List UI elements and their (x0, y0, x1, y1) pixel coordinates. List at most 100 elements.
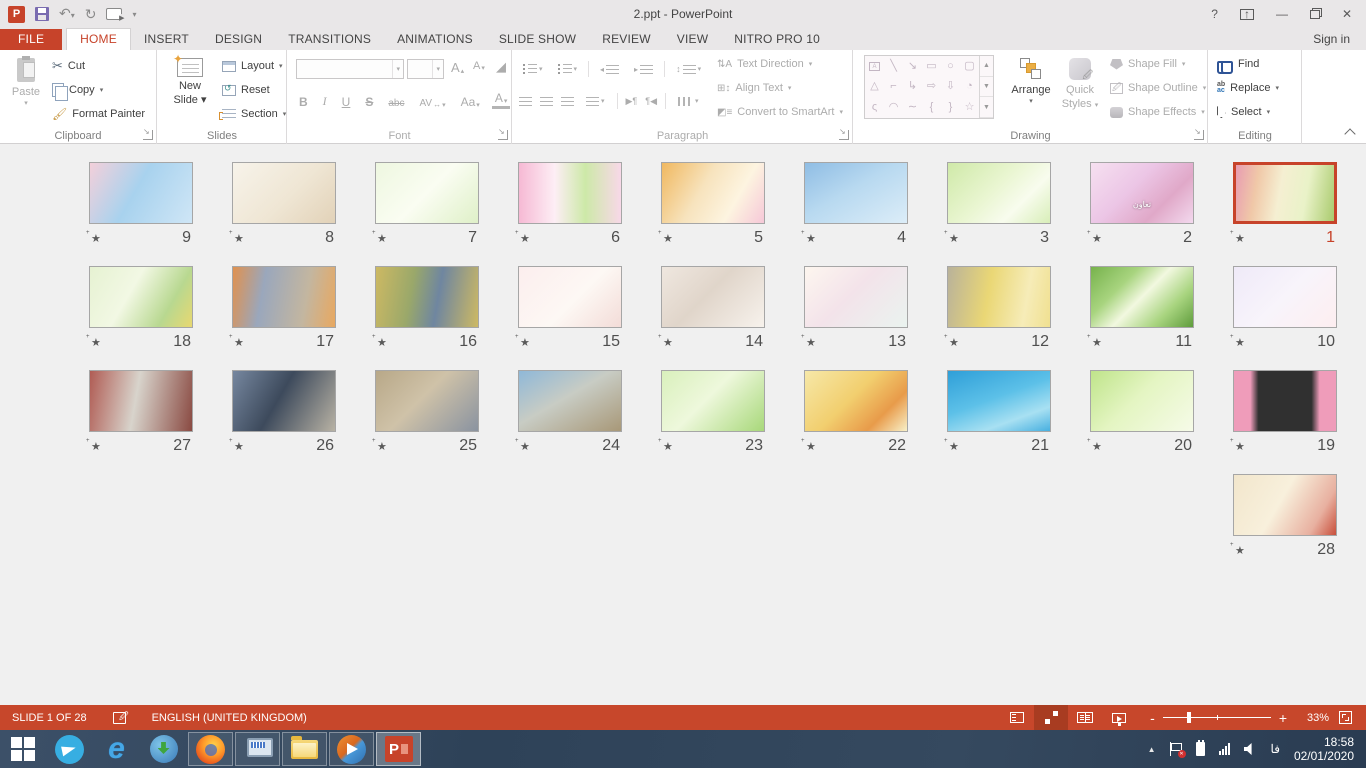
language-indicator[interactable]: ENGLISH (UNITED KINGDOM) (152, 712, 307, 724)
paste-button[interactable]: Paste▾ (2, 53, 50, 131)
slide-thumbnail-7[interactable] (375, 162, 479, 224)
undo-caret-icon[interactable]: ▾ (71, 11, 75, 20)
restore-button[interactable] (1310, 10, 1320, 19)
select-button[interactable]: Select▾ (1213, 100, 1283, 124)
slide-thumbnail-2[interactable]: تعاون (1090, 162, 1194, 224)
shapes-scroll-up-icon[interactable]: ▲ (980, 56, 993, 77)
slide-show-button[interactable] (1102, 705, 1136, 730)
transition-star-icon[interactable]: ★ (663, 232, 673, 245)
transition-star-icon[interactable]: ★ (806, 440, 816, 453)
transition-star-icon[interactable]: ★ (234, 440, 244, 453)
grow-font-button[interactable]: A▴ (448, 60, 467, 75)
clock[interactable]: 18:58 02/01/2020 (1294, 735, 1354, 763)
ribbon-display-options-icon[interactable]: ↑ (1240, 9, 1254, 20)
taskbar-firefox[interactable] (188, 732, 233, 766)
numbering-button[interactable]: ▾ (554, 64, 582, 74)
slide-thumbnail-28[interactable] (1233, 474, 1337, 536)
slide-thumbnail-10[interactable] (1233, 266, 1337, 328)
rtl-direction-button[interactable]: ¶◀ (645, 96, 657, 107)
taskbar-powerpoint[interactable]: P (376, 732, 421, 766)
slide-thumbnail-11[interactable] (1090, 266, 1194, 328)
fit-slide-to-window-icon[interactable] (1339, 711, 1352, 724)
tab-nitro-pro-10[interactable]: NITRO PRO 10 (721, 29, 833, 50)
zoom-slider-thumb[interactable] (1187, 712, 1191, 723)
curve-shape-icon[interactable]: ∼ (908, 102, 917, 113)
show-hidden-icons-button[interactable]: ▲ (1148, 745, 1156, 754)
slide-thumbnail-17[interactable] (232, 266, 336, 328)
pie-shape-icon[interactable]: ◔ (966, 81, 973, 92)
convert-to-smartart-button[interactable]: ◩≡Convert to SmartArt▾ (713, 100, 847, 124)
shapes-gallery[interactable]: A ╲ ↘ ▭ ○ ▢ △ ⌐ ↳ ⇨ ⇩ ◔ ς ◠ ∼ { } ☆ ▲ (864, 55, 994, 119)
tab-review[interactable]: REVIEW (589, 29, 664, 50)
bullets-button[interactable]: ▾ (519, 64, 547, 74)
scribble-shape-icon[interactable]: ς (872, 102, 877, 113)
network-signal-icon[interactable] (1219, 743, 1230, 755)
slide-thumbnail-25[interactable] (375, 370, 479, 432)
transition-star-icon[interactable]: ★ (1235, 544, 1245, 557)
tab-transitions[interactable]: TRANSITIONS (275, 29, 384, 50)
shapes-scroll-down-icon[interactable]: ▼ (980, 77, 993, 98)
transition-star-icon[interactable]: ★ (949, 440, 959, 453)
transition-star-icon[interactable]: ★ (91, 336, 101, 349)
layout-button[interactable]: Layout▾ (218, 54, 290, 78)
bold-button[interactable]: B (296, 95, 311, 109)
transition-star-icon[interactable]: ★ (1092, 440, 1102, 453)
left-brace-shape-icon[interactable]: { (930, 102, 934, 113)
new-slide-button[interactable]: New Slide ▾ (166, 53, 214, 131)
shapes-more-icon[interactable]: ▼ (980, 97, 993, 118)
clear-formatting-button[interactable]: ◢ (493, 59, 509, 75)
transition-star-icon[interactable]: ★ (949, 336, 959, 349)
transition-star-icon[interactable]: ★ (806, 232, 816, 245)
taskbar-internet-explorer[interactable]: e (94, 732, 139, 766)
arrange-button[interactable]: Arrange▾ (1006, 53, 1056, 131)
ltr-direction-button[interactable]: ▶¶ (626, 96, 638, 107)
right-brace-shape-icon[interactable]: } (949, 102, 953, 113)
star-shape-icon[interactable]: ☆ (965, 102, 975, 113)
tab-file[interactable]: FILE (0, 29, 62, 50)
format-painter-button[interactable]: 🖌Format Painter (48, 102, 149, 126)
transition-star-icon[interactable]: ★ (1092, 336, 1102, 349)
zoom-in-button[interactable]: + (1279, 711, 1287, 725)
slide-thumbnail-8[interactable] (232, 162, 336, 224)
arrow-shape-icon[interactable]: ↘ (908, 61, 917, 72)
font-name-combobox[interactable]: ▾ (296, 59, 404, 79)
transition-star-icon[interactable]: ★ (520, 232, 530, 245)
transition-star-icon[interactable]: ★ (234, 232, 244, 245)
rectangle-shape-icon[interactable]: ▭ (926, 61, 936, 72)
decrease-indent-button[interactable]: ◂ (596, 65, 623, 74)
slide-thumbnail-1[interactable] (1233, 162, 1337, 224)
transition-star-icon[interactable]: ★ (377, 440, 387, 453)
transition-star-icon[interactable]: ★ (91, 440, 101, 453)
elbow-connector-icon[interactable]: ⌐ (890, 81, 896, 92)
transition-star-icon[interactable]: ★ (1235, 440, 1245, 453)
tab-home[interactable]: HOME (66, 28, 131, 50)
slide-thumbnail-15[interactable] (518, 266, 622, 328)
font-color-button[interactable]: A▾ (492, 91, 511, 109)
down-arrow-shape-icon[interactable]: ⇩ (946, 81, 955, 92)
replace-button[interactable]: abacReplace▾ (1213, 76, 1283, 100)
slide-thumbnail-26[interactable] (232, 370, 336, 432)
paragraph-dialog-launcher[interactable] (839, 130, 849, 140)
text-direction-button[interactable]: ⇅AText Direction▾ (713, 52, 847, 76)
slide-thumbnail-23[interactable] (661, 370, 765, 432)
slide-thumbnail-14[interactable] (661, 266, 765, 328)
transition-star-icon[interactable]: ★ (234, 336, 244, 349)
align-center-button[interactable] (540, 97, 553, 106)
shrink-font-button[interactable]: A▾ (470, 60, 488, 72)
zoom-percentage[interactable]: 33% (1295, 712, 1329, 724)
collapse-ribbon-icon[interactable] (1346, 127, 1354, 135)
find-button[interactable]: Find (1213, 52, 1283, 76)
tab-design[interactable]: DESIGN (202, 29, 275, 50)
transition-star-icon[interactable]: ★ (520, 440, 530, 453)
tab-slide-show[interactable]: SLIDE SHOW (486, 29, 589, 50)
shape-outline-button[interactable]: Shape Outline▾ (1106, 76, 1210, 100)
change-case-button[interactable]: Aa▾ (458, 95, 483, 109)
slide-thumbnail-20[interactable] (1090, 370, 1194, 432)
slide-thumbnail-19[interactable] (1233, 370, 1337, 432)
text-box-shape-icon[interactable]: A (869, 62, 880, 71)
right-arrow-shape-icon[interactable]: ⇨ (927, 81, 936, 92)
slide-thumbnail-24[interactable] (518, 370, 622, 432)
reading-view-button[interactable] (1068, 705, 1102, 730)
transition-star-icon[interactable]: ★ (806, 336, 816, 349)
slide-thumbnail-6[interactable] (518, 162, 622, 224)
